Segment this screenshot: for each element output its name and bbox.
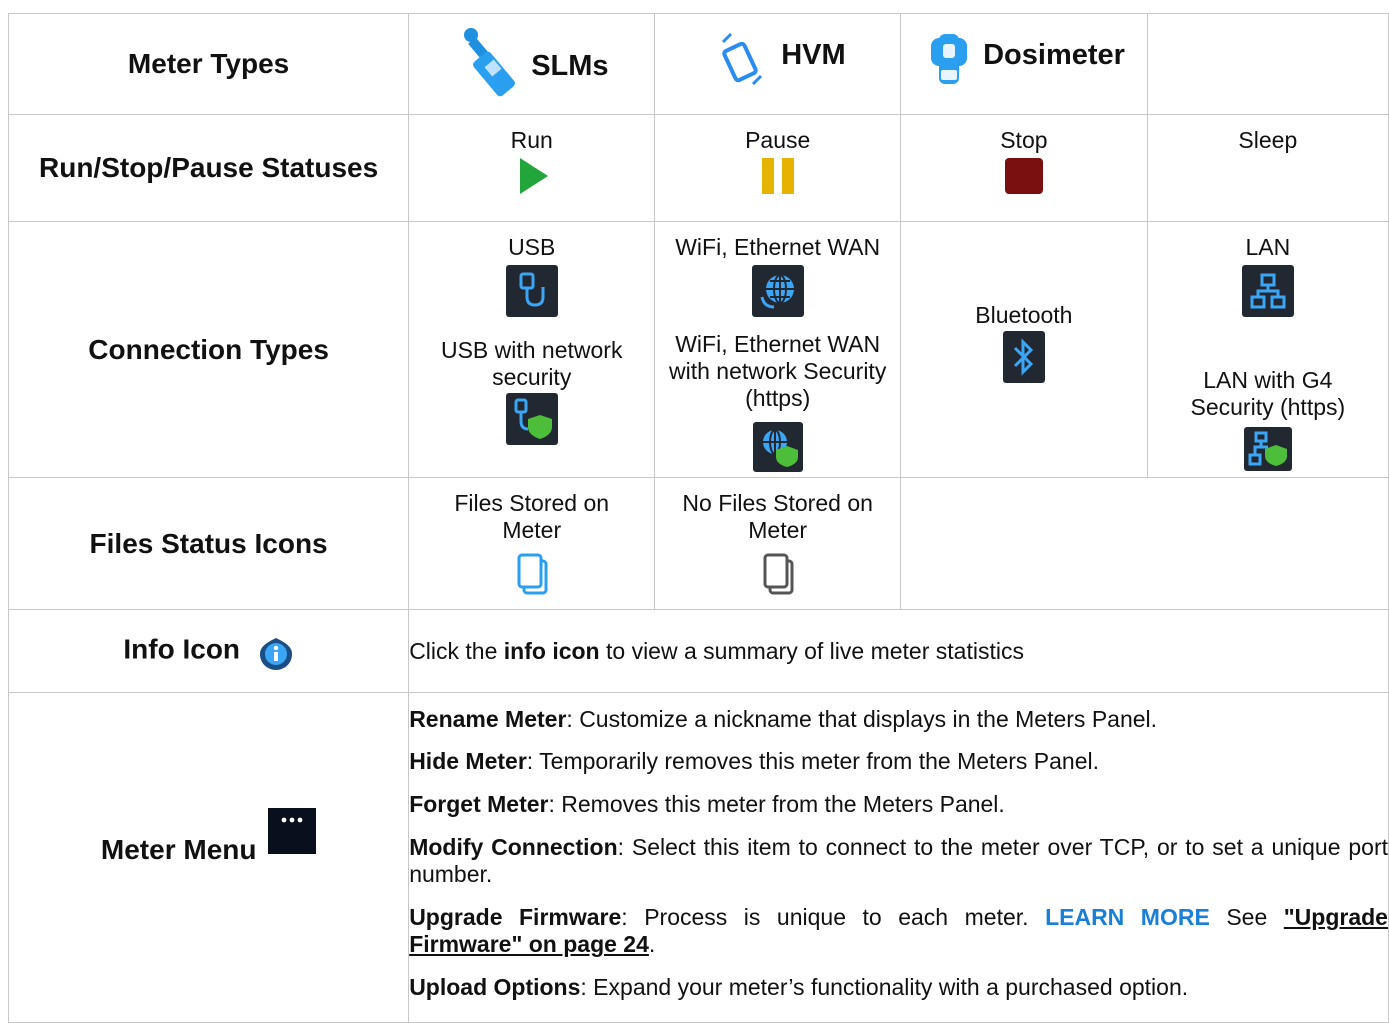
conn-usb: USB USB with network security	[408, 221, 656, 478]
conn-wifi: WiFi, Ethernet WAN WiFi, Ethernet WAN wi…	[654, 221, 902, 478]
status-stop: Stop	[900, 114, 1148, 222]
menu-item-upgrade-firmware: Upgrade Firmware: Process is unique to e…	[409, 904, 1388, 957]
files-empty	[900, 477, 1389, 610]
usb-secure-icon	[505, 393, 558, 445]
meter-type-slms: SLMs	[408, 13, 656, 115]
lan-icon	[1241, 265, 1294, 317]
bluetooth-label: Bluetooth	[975, 302, 1073, 328]
row-connections: Connection Types USB USB with network se…	[7, 221, 1389, 478]
run-label: Run	[510, 127, 553, 153]
meter-type-hvm: HVM	[654, 13, 902, 115]
files-stored: Files Stored on Meter	[408, 477, 656, 610]
info-icon	[259, 638, 292, 670]
info-description: Click the info icon to view a summary of…	[408, 609, 1389, 693]
status-pause: Pause	[654, 114, 902, 222]
pause-icon	[761, 158, 794, 194]
statuses-label: Run/Stop/Pause Statuses	[7, 114, 410, 222]
globe-icon	[751, 265, 804, 317]
files-none-icon	[763, 553, 794, 595]
usb-label: USB	[508, 234, 556, 260]
files-stored-icon	[517, 553, 548, 595]
files-label: Files Status Icons	[7, 477, 410, 610]
pause-label: Pause	[745, 127, 811, 153]
more-options-icon	[268, 808, 317, 855]
sleep-label: Sleep	[1238, 127, 1298, 153]
meter-reference-table: Meter Types SLMs HVM Dosimeter Run/Stop/…	[7, 13, 1389, 1023]
menu-descriptions: Rename Meter: Customize a nickname that …	[408, 692, 1389, 1023]
conn-lan: LAN LAN with G4 Security (https)	[1146, 221, 1389, 478]
row-statuses: Run/Stop/Pause Statuses Run Pause Stop S…	[7, 114, 1389, 222]
usb-icon	[505, 265, 558, 317]
globe-secure-icon	[752, 422, 803, 472]
wifi-label: WiFi, Ethernet WAN	[675, 234, 881, 260]
hvm-meter-icon	[717, 28, 765, 100]
row-meter-types: Meter Types SLMs HVM Dosimeter	[7, 13, 1389, 115]
dosimeter-icon	[929, 32, 969, 102]
row-info: Info Icon Click the info icon to view a …	[7, 609, 1389, 693]
stop-icon	[1004, 158, 1043, 194]
menu-item-modify-connection: Modify Connection: Select this item to c…	[409, 834, 1388, 887]
learn-more-link[interactable]: LEARN MORE	[1045, 904, 1210, 930]
status-sleep: Sleep	[1146, 114, 1389, 222]
meter-type-dosimeter: Dosimeter	[900, 13, 1148, 115]
bluetooth-icon	[1002, 331, 1045, 383]
usb-secure-label: USB with network security	[440, 337, 623, 390]
menu-label: Meter Menu	[100, 833, 257, 865]
status-run: Run	[408, 114, 656, 222]
slm-meter-icon	[457, 22, 529, 110]
connections-label: Connection Types	[7, 221, 410, 478]
play-icon	[519, 158, 548, 194]
files-stored-label: Files Stored on Meter	[454, 490, 610, 543]
lan-secure-label: LAN with G4 Security (https)	[1190, 367, 1346, 420]
info-label: Info Icon	[123, 633, 241, 665]
menu-label-cell: Meter Menu	[7, 692, 410, 1023]
dosimeter-label: Dosimeter	[983, 38, 1125, 71]
slms-label: SLMs	[531, 49, 609, 82]
lan-secure-icon	[1243, 427, 1292, 471]
menu-item-hide: Hide Meter: Temporarily removes this met…	[409, 748, 1099, 774]
stop-label: Stop	[1000, 127, 1048, 153]
row-files: Files Status Icons Files Stored on Meter…	[7, 477, 1389, 610]
files-none-label: No Files Stored on Meter	[682, 490, 873, 543]
row-meter-menu: Meter Menu Rename Meter: Customize a nic…	[7, 692, 1389, 1023]
wifi-secure-label: WiFi, Ethernet WAN with network Security…	[669, 331, 887, 411]
files-none: No Files Stored on Meter	[654, 477, 902, 610]
meter-types-label: Meter Types	[7, 13, 410, 115]
menu-item-upload-options: Upload Options: Expand your meter’s func…	[409, 974, 1189, 1000]
info-label-cell: Info Icon	[7, 609, 410, 693]
meter-type-empty	[1146, 13, 1389, 115]
hvm-label: HVM	[781, 38, 846, 71]
menu-item-rename: Rename Meter: Customize a nickname that …	[409, 706, 1158, 732]
menu-item-forget: Forget Meter: Removes this meter from th…	[409, 791, 1005, 817]
moon-icon	[1249, 160, 1282, 192]
conn-bluetooth: Bluetooth	[900, 221, 1148, 478]
lan-label: LAN	[1245, 234, 1291, 260]
